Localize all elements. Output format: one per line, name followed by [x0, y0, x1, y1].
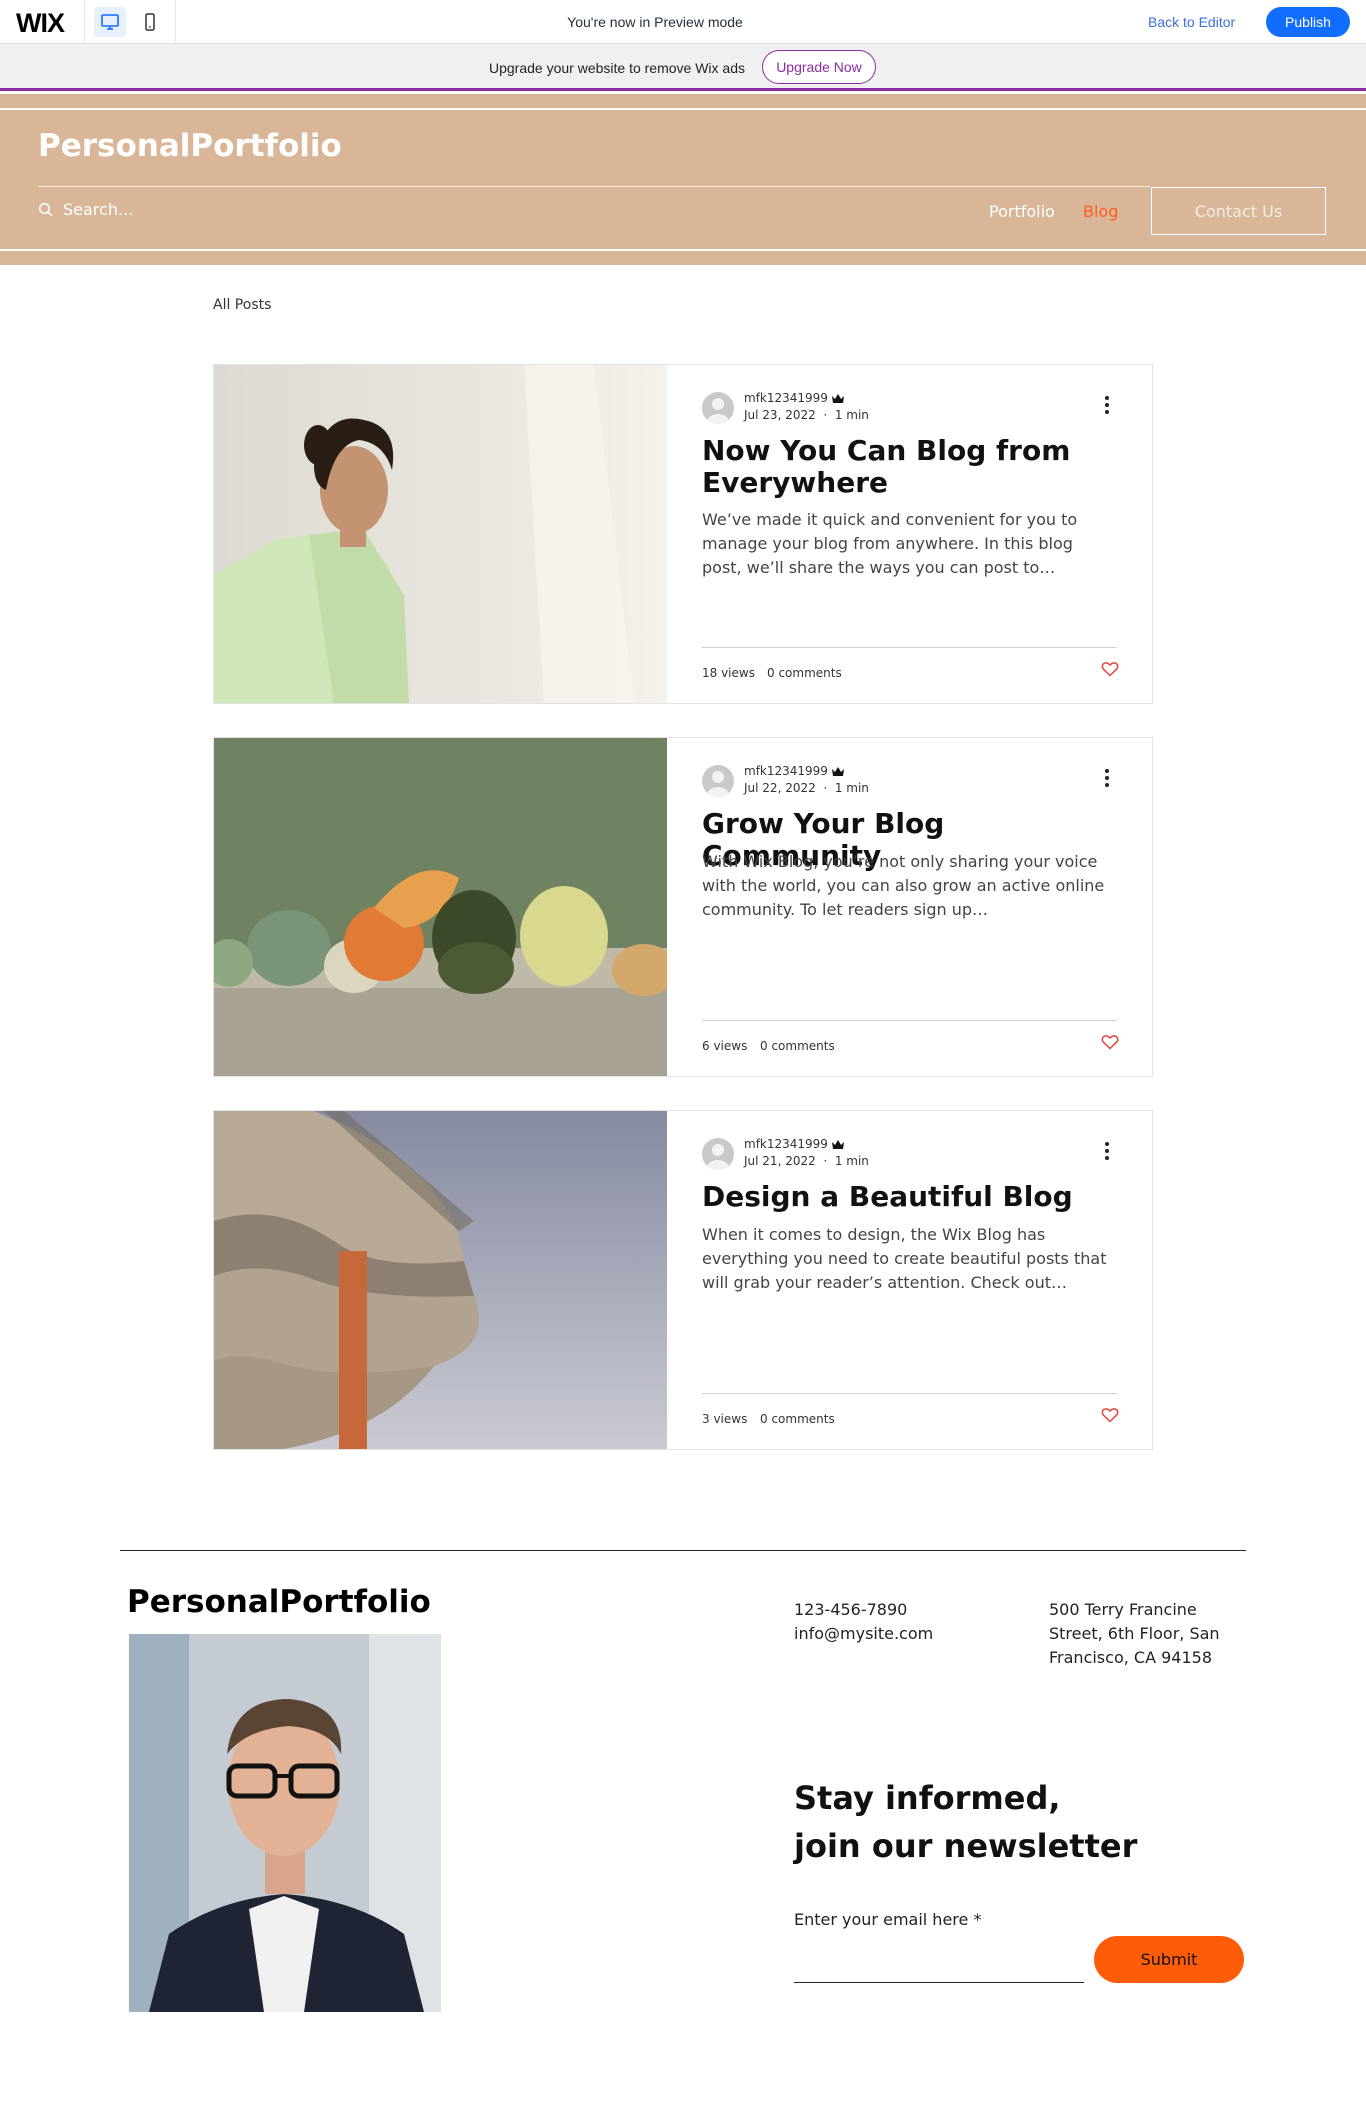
read-time: 1 min — [834, 408, 869, 422]
post-excerpt[interactable]: When it comes to design, the Wix Blog ha… — [702, 1223, 1117, 1295]
post-views: 3 views — [702, 1412, 748, 1426]
author-name[interactable]: mfk12341999 — [744, 1137, 828, 1151]
like-heart-icon[interactable] — [1101, 1034, 1119, 1050]
author-line: mfk12341999 — [744, 1137, 844, 1151]
man-portrait-image — [129, 1634, 441, 2012]
woman-portrait-image[interactable] — [214, 365, 667, 703]
author-avatar[interactable] — [702, 1138, 734, 1170]
preview-mode-text: You're now in Preview mode — [567, 14, 743, 30]
author-line: mfk12341999 — [744, 391, 844, 405]
wix-preview-bar: WIX You're now in Preview mode Back to E… — [0, 0, 1366, 44]
post-excerpt[interactable]: With Wix Blog, you’re not only sharing y… — [702, 850, 1117, 922]
post-divider — [702, 647, 1117, 648]
post-body: mfk12341999 Jul 23, 2022 · 1 min Now You… — [667, 365, 1152, 703]
crown-icon — [831, 1139, 844, 1149]
more-options-icon[interactable] — [1095, 393, 1119, 417]
search-input[interactable]: Search... — [63, 200, 133, 219]
post-title[interactable]: Now You Can Blog from Everywhere — [702, 435, 1122, 499]
newsletter-title: Stay informed, join our newsletter — [794, 1774, 1154, 1870]
crown-icon — [831, 393, 844, 403]
email-field-label: Enter your email here * — [794, 1910, 982, 1929]
post-divider — [702, 1393, 1117, 1394]
submit-button[interactable]: Submit — [1094, 1936, 1244, 1983]
back-to-editor-link[interactable]: Back to Editor — [1148, 14, 1235, 30]
newsletter-title-line-2: join our newsletter — [794, 1827, 1138, 1865]
author-line: mfk12341999 — [744, 764, 844, 778]
author-avatar[interactable] — [702, 765, 734, 797]
search-bar[interactable]: Search... — [38, 200, 133, 219]
post-body: mfk12341999 Jul 21, 2022 · 1 min Design … — [667, 1111, 1152, 1449]
email-field[interactable] — [794, 1938, 1084, 1983]
read-time: 1 min — [834, 1154, 869, 1168]
post-meta: Jul 23, 2022 · 1 min — [744, 408, 869, 422]
footer-email[interactable]: info@mysite.com — [794, 1622, 933, 1646]
footer-phone[interactable]: 123-456-7890 — [794, 1598, 907, 1622]
curved-building-image[interactable] — [214, 1111, 667, 1449]
post-views: 6 views — [702, 1039, 748, 1053]
footer-divider — [120, 1550, 1246, 1551]
publish-button[interactable]: Publish — [1266, 7, 1350, 37]
vegetables-still-life-image[interactable] — [214, 738, 667, 1076]
more-options-icon[interactable] — [1095, 766, 1119, 790]
author-avatar[interactable] — [702, 392, 734, 424]
nav-portfolio[interactable]: Portfolio — [989, 202, 1055, 221]
blog-post-card[interactable]: mfk12341999 Jul 22, 2022 · 1 min Grow Yo… — [213, 737, 1153, 1077]
post-date: Jul 23, 2022 — [744, 408, 816, 422]
blog-post-card[interactable]: mfk12341999 Jul 21, 2022 · 1 min Design … — [213, 1110, 1153, 1450]
crown-icon — [831, 766, 844, 776]
post-comments[interactable]: 0 comments — [760, 1412, 835, 1426]
post-body: mfk12341999 Jul 22, 2022 · 1 min Grow Yo… — [667, 738, 1152, 1076]
upgrade-now-button[interactable]: Upgrade Now — [762, 50, 876, 84]
footer-address: 500 Terry Francine Street, 6th Floor, Sa… — [1049, 1600, 1220, 1667]
post-date: Jul 22, 2022 — [744, 781, 816, 795]
all-posts-link[interactable]: All Posts — [213, 297, 271, 313]
post-meta: Jul 21, 2022 · 1 min — [744, 1154, 869, 1168]
nav-contact-us-button[interactable]: Contact Us — [1151, 187, 1326, 235]
footer-brand: PersonalPortfolio — [127, 1584, 431, 1620]
post-comments[interactable]: 0 comments — [767, 666, 842, 680]
read-time: 1 min — [834, 781, 869, 795]
post-date: Jul 21, 2022 — [744, 1154, 816, 1168]
site-title[interactable]: PersonalPortfolio — [38, 128, 342, 164]
search-icon — [38, 202, 53, 217]
author-name[interactable]: mfk12341999 — [744, 764, 828, 778]
like-heart-icon[interactable] — [1101, 1407, 1119, 1423]
post-excerpt[interactable]: We’ve made it quick and convenient for y… — [702, 508, 1117, 580]
nav-blog[interactable]: Blog — [1083, 202, 1118, 221]
post-title[interactable]: Design a Beautiful Blog — [702, 1181, 1122, 1213]
header-top-line — [0, 108, 1366, 110]
post-meta: Jul 22, 2022 · 1 min — [744, 781, 869, 795]
upgrade-text: Upgrade your website to remove Wix ads — [489, 60, 745, 76]
post-divider — [702, 1020, 1117, 1021]
more-options-icon[interactable] — [1095, 1139, 1119, 1163]
header-divider — [38, 186, 1150, 187]
post-comments[interactable]: 0 comments — [760, 1039, 835, 1053]
post-views: 18 views — [702, 666, 755, 680]
site-header: PersonalPortfolio Search... Portfolio Bl… — [0, 94, 1366, 265]
blog-post-card[interactable]: mfk12341999 Jul 23, 2022 · 1 min Now You… — [213, 364, 1153, 704]
newsletter-title-line-1: Stay informed, — [794, 1779, 1061, 1817]
upgrade-banner: Upgrade your website to remove Wix ads U… — [0, 44, 1366, 91]
like-heart-icon[interactable] — [1101, 661, 1119, 677]
header-bottom-line — [0, 249, 1366, 251]
author-name[interactable]: mfk12341999 — [744, 391, 828, 405]
